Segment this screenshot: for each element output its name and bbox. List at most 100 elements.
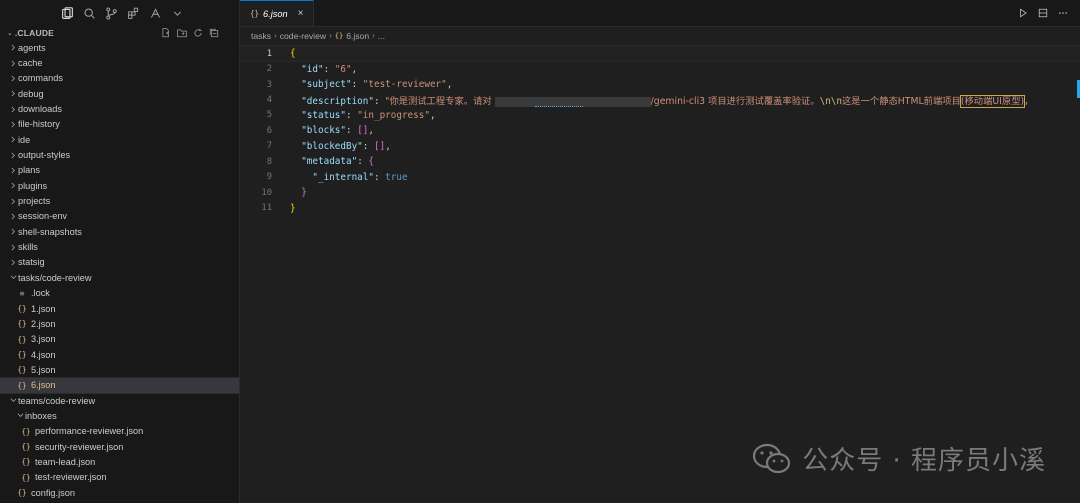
extensions-icon[interactable] [122,2,144,24]
tree-file-2-json[interactable]: {} 2.json [0,316,239,331]
folder-label: plugins [18,180,48,191]
tree-folder-downloads[interactable]: downloads [0,101,239,116]
line-number: 5 [266,110,272,121]
explorer-sidebar: ⌄ .CLAUDE agents cache commands debug do… [0,0,240,503]
tree-folder-inboxes[interactable]: inboxes [0,408,239,423]
tree-folder-ide[interactable]: ide [0,132,239,147]
watermark: 公众号 · 程序员小溪 [752,440,1046,477]
tree-file-6-json[interactable]: {} 6.json [0,376,240,394]
tree-folder-plugins[interactable]: plugins [0,178,239,193]
tab-6-json[interactable]: {} 6.json × [240,0,314,26]
close-icon[interactable]: × [298,8,304,19]
wechat-logo-icon [753,443,791,473]
tree-folder-skills[interactable]: skills [0,239,239,254]
json-brace: } [301,187,307,199]
json-braces-icon: {} [17,350,27,360]
line-number: 7 [266,141,272,152]
breadcrumb-item[interactable]: 6.json [346,31,369,41]
chevron-right-icon [9,136,18,143]
breadcrumb-item[interactable]: code-review [280,31,326,41]
tree-file-1-json[interactable]: {} 1.json [0,301,239,316]
tree-folder-session-env[interactable]: session-env [0,209,239,224]
code-line: 1 { [239,44,1080,63]
run-icon[interactable] [1017,7,1028,18]
json-braces-icon: {} [334,31,344,40]
folder-label: ide [18,134,31,145]
tree-file-team-lead[interactable]: {} team-lead.json [0,454,239,469]
json-string: /gemini-cli3 项目进行测试覆盖率验证。 [650,96,820,108]
lines-file-icon: ≡ [19,288,25,298]
folder-label: downloads [18,104,62,115]
json-braces-icon: {} [17,304,27,314]
tree-file-security-reviewer[interactable]: {} security-reviewer.json [0,439,239,454]
chevron-right-icon [9,60,18,67]
tree-folder-plans[interactable]: plans [0,163,239,178]
folder-label: skills [18,242,38,253]
file-label: performance-reviewer.json [35,426,144,437]
json-array: [] [357,125,369,137]
tab-bar: {} 6.json × [240,0,1080,27]
line-number: 1 [266,48,272,59]
json-boolean: true [385,171,408,183]
more-views-chevron-icon[interactable] [166,2,188,24]
tree-folder-debug[interactable]: debug [0,86,239,101]
tree-file-config-json[interactable]: {} config.json [0,485,239,500]
source-control-icon[interactable] [100,2,122,24]
tree-folder-commands[interactable]: commands [0,71,239,86]
tree-file-5-json[interactable]: {} 5.json [0,362,239,377]
tree-folder-tasks-code-review[interactable]: tasks/code-review [0,270,239,285]
tree-folder-file-history[interactable]: file-history [0,117,239,132]
tree-folder-teams-code-review[interactable]: teams/code-review [0,393,239,408]
remote-explorer-icon[interactable] [144,2,166,24]
chevron-down-icon[interactable]: ⌄ [7,29,13,37]
tree-file-test-reviewer[interactable]: {} test-reviewer.json [0,470,239,485]
chevron-down-icon [9,397,18,404]
chevron-right-icon [9,259,18,266]
chevron-right-icon [9,121,18,128]
chevron-right-icon [9,167,18,174]
tree-file-4-json[interactable]: {} 4.json [0,347,239,362]
explorer-icon[interactable] [56,2,78,24]
json-key: "blocks" [301,125,346,137]
json-brace: } [290,202,296,214]
split-editor-icon[interactable] [1037,7,1048,18]
more-actions-icon[interactable] [1057,7,1068,18]
collapse-all-icon[interactable] [209,28,219,38]
json-string: "你是测试工程专家。请对 [385,96,495,108]
json-braces-icon: {} [21,442,31,452]
code-line: 9 "_internal": true [240,170,1080,185]
chevron-down-icon [9,274,18,281]
code-line: 11 } [240,200,1080,215]
breadcrumb: tasks › code-review › {} 6.json › ... [240,27,1080,44]
code-line: 6 "blocks": [], [240,123,1080,138]
tree-file-performance-reviewer[interactable]: {} performance-reviewer.json [0,424,239,439]
chevron-right-icon: › [274,31,277,40]
chevron-right-icon [9,90,18,97]
line-number: 3 [266,79,272,90]
json-string: "6" [334,63,352,75]
breadcrumb-item[interactable]: ... [378,31,385,41]
tree-folder-projects[interactable]: projects [0,193,239,208]
json-key: "subject" [301,79,352,91]
code-line: 8 "metadata": { [240,154,1080,169]
breadcrumb-item[interactable]: tasks [251,31,271,41]
tree-file-lock[interactable]: ≡ .lock [0,286,239,301]
search-icon[interactable] [78,2,100,24]
tree-folder-output-styles[interactable]: output-styles [0,147,239,162]
file-label: 6.json [31,380,56,391]
refresh-icon[interactable] [193,28,203,38]
watermark-text: 公众号 · 程序员小溪 [802,446,1046,476]
code-line: 2 "id": "6", [240,61,1080,76]
json-braces-icon: {} [17,365,27,375]
tree-folder-statsig[interactable]: statsig [0,255,239,270]
chevron-right-icon [9,228,18,235]
code-editor[interactable]: 1 { 2 "id": "6", 3 "subject": "test-revi… [239,44,1080,216]
new-folder-icon[interactable] [177,28,187,38]
folder-label: agents [18,42,46,53]
folder-label: session-env [18,211,68,222]
tree-folder-cache[interactable]: cache [0,55,239,70]
tree-folder-agents[interactable]: agents [0,40,239,55]
tree-file-3-json[interactable]: {} 3.json [0,332,239,347]
tree-folder-shell-snapshots[interactable]: shell-snapshots [0,224,239,239]
new-file-icon[interactable] [161,28,171,38]
